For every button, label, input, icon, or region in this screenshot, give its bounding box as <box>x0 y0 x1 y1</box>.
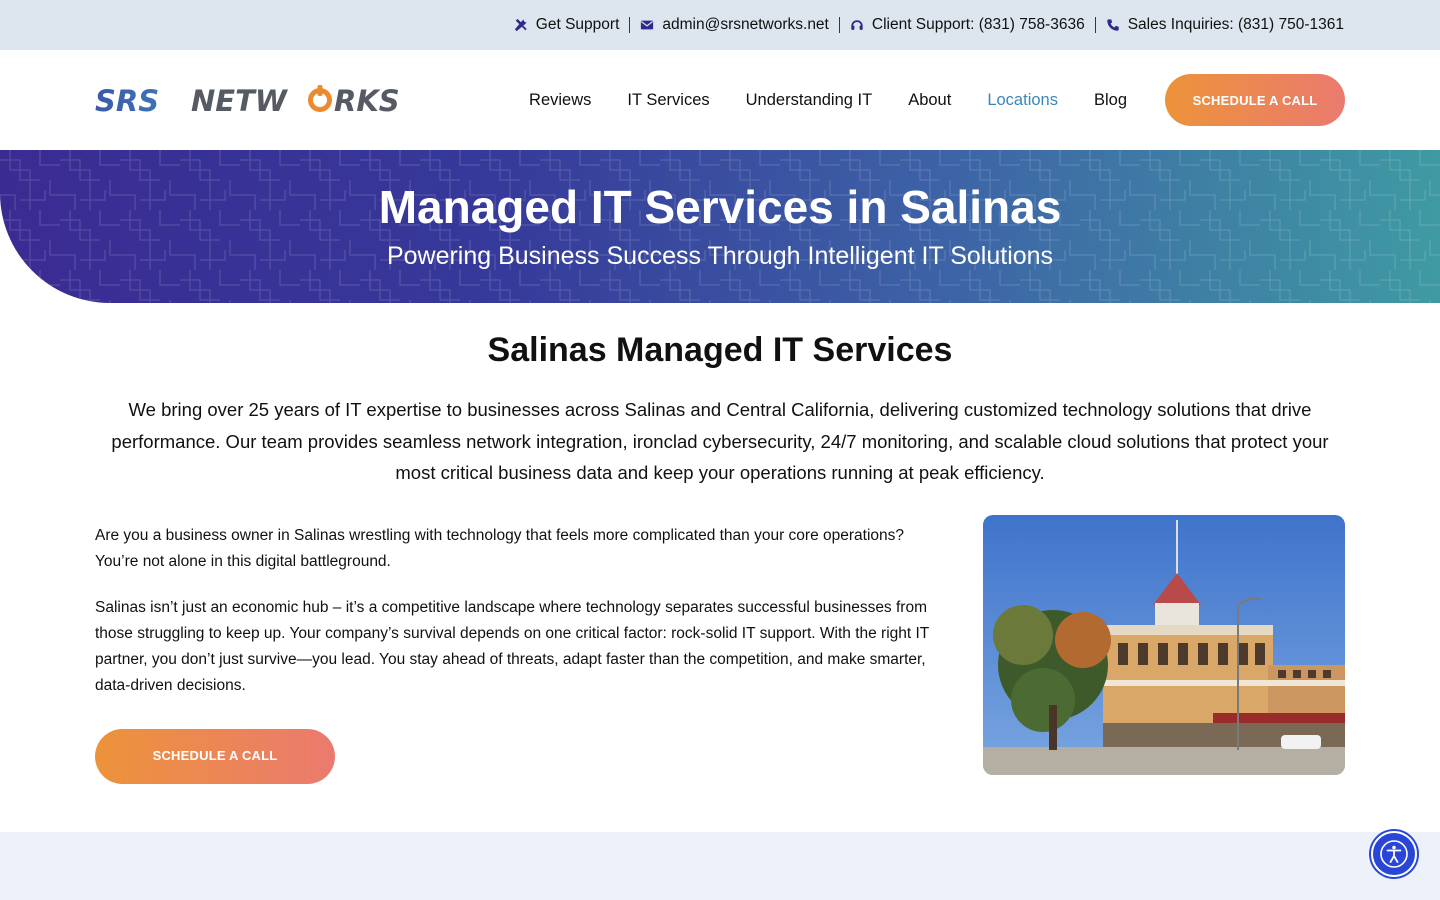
email-link[interactable]: admin@srsnetworks.net <box>640 16 829 34</box>
paragraph-1: Are you a business owner in Salinas wres… <box>95 526 905 570</box>
client-support-label: Client Support: (831) 758-3636 <box>871 16 1085 33</box>
envelope-icon <box>641 20 654 30</box>
get-support-label: Get Support <box>535 16 620 33</box>
tools-icon <box>514 18 527 32</box>
nav-it-services[interactable]: IT Services <box>627 91 709 110</box>
schedule-call-button-header[interactable]: SCHEDULE A CALL <box>1165 74 1345 126</box>
logo-rks: RKS <box>334 84 400 118</box>
accessibility-button[interactable] <box>1371 831 1417 877</box>
nav-reviews[interactable]: Reviews <box>529 91 591 110</box>
client-support-link[interactable]: Client Support: (831) 758-3636 <box>850 16 1085 34</box>
nav-blog[interactable]: Blog <box>1094 91 1127 110</box>
get-support-link[interactable]: Get Support <box>514 16 620 34</box>
sales-label: Sales Inquiries: (831) 750-1361 <box>1127 16 1344 33</box>
schedule-call-button[interactable]: SCHEDULE A CALL <box>95 728 335 784</box>
next-section-band <box>0 832 1440 900</box>
content-row: Are you a business owner in Salinas wres… <box>0 514 1440 784</box>
hero-title: Managed IT Services in Salinas <box>378 181 1062 233</box>
paragraph-2: Salinas isn’t just an economic hub – it’… <box>95 598 929 694</box>
srs-networks-logo[interactable]: SRS NETW RKS <box>95 80 425 120</box>
section-heading: Salinas Managed IT Services <box>487 331 953 369</box>
headset-icon <box>851 20 863 30</box>
nav-locations[interactable]: Locations <box>987 91 1058 110</box>
hero-subtitle: Powering Business Success Through Intell… <box>386 242 1054 270</box>
hero-banner: Managed IT Services in Salinas Powering … <box>0 150 1440 303</box>
phone-icon <box>1107 19 1119 31</box>
power-o-icon <box>308 85 332 112</box>
main-nav: Reviews IT Services Understanding IT Abo… <box>493 74 1345 126</box>
top-contact-bar: Get Support admin@srsnetworks.net Client… <box>0 0 1440 50</box>
logo-graphic: SRS NETW RKS <box>95 84 400 118</box>
logo-netw: NETW <box>191 84 289 118</box>
divider <box>838 17 840 33</box>
nav-about[interactable]: About <box>908 91 951 110</box>
building-illustration <box>983 514 1345 775</box>
site-header: SRS NETW RKS Reviews IT Services Underst… <box>0 50 1440 150</box>
accessibility-icon <box>1380 840 1408 868</box>
content-text: Are you a business owner in Salinas wres… <box>95 523 945 784</box>
intro-paragraph: We bring over 25 years of IT expertise t… <box>111 399 1329 483</box>
divider <box>1094 17 1096 33</box>
logo-srs: SRS <box>95 84 159 118</box>
salinas-building-photo <box>983 514 1345 775</box>
nav-understanding-it[interactable]: Understanding IT <box>746 91 873 110</box>
email-label: admin@srsnetworks.net <box>662 16 829 33</box>
divider <box>629 17 631 33</box>
sales-link[interactable]: Sales Inquiries: (831) 750-1361 <box>1106 16 1344 34</box>
